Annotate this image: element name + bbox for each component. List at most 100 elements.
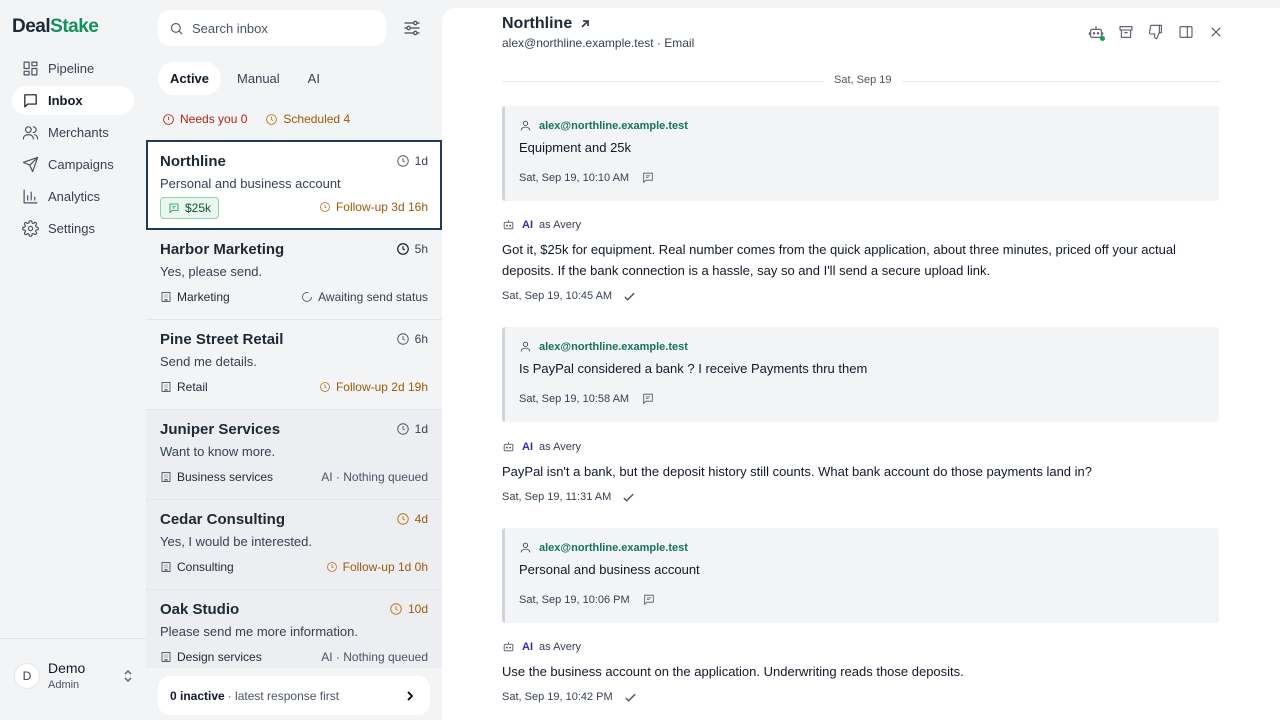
clock-icon [326,562,337,572]
inbound-message: alex@northline.example.test Is PayPal co… [502,327,1219,422]
nav-item-analytics[interactable]: Analytics [12,182,134,211]
time-label: Sat, Sep 19, 10:06 PM [519,593,630,606]
check-icon [623,493,634,502]
clock-icon [266,113,278,125]
search-box[interactable] [158,10,386,46]
conversation-panel: Northline alex@northline.example.test · … [442,8,1280,720]
ai-agent-button[interactable] [1086,22,1106,42]
conversation-item[interactable]: Oak Studio 10d Please send me more infor… [146,590,442,668]
robot-icon [503,220,514,230]
conversation-name: Pine Street Retail [160,331,284,348]
not-interested-button[interactable] [1146,22,1166,42]
persona-label: as Avery [539,640,581,653]
message-time: Sat, Sep 19, 10:42 PM [502,691,1222,703]
conversation-status: Follow-up 3d 16h [319,200,428,214]
message-time: Sat, Sep 19, 10:45 AM [502,290,1222,302]
message-body: Equipment and 25k [519,140,632,155]
sender-email: alex@northline.example.test [539,119,688,132]
tab-ai[interactable]: AI [296,62,332,95]
clock-icon [396,423,409,435]
ai-label: AI [522,218,533,231]
inactive-note: · latest response first [227,688,340,703]
loading-icon [302,292,313,302]
main-nav: Pipeline Inbox Merchants Campaigns Analy… [12,54,134,246]
building-icon [161,472,171,482]
clock-icon [320,202,330,212]
conversation-preview: Want to know more. [160,444,276,459]
persona-label: as Avery [539,440,581,453]
email-channel-icon [643,393,653,405]
message-body: PayPal isn't a bank, but the deposit his… [502,464,1092,479]
scheduled-label: Scheduled 4 [283,112,351,126]
chevron-up-down-icon [124,669,132,682]
nav-item-campaigns[interactable]: Campaigns [12,150,134,179]
external-link-icon [581,20,590,28]
outbound-message: AI as Avery Got it, $25k for equipment. … [502,218,1222,303]
conversation-item[interactable]: Harbor Marketing 5h Yes, please send. Ma… [146,230,442,320]
nav-item-pipeline[interactable]: Pipeline [12,54,134,83]
conversation-list: Northline 1d Personal and business accou… [146,140,442,668]
archive-button[interactable] [1116,22,1136,42]
nav-label: Campaigns [48,157,114,172]
tab-manual[interactable]: Manual [225,62,292,95]
user-name: Demo [48,660,86,676]
ai-label: AI [522,640,533,653]
conversation-status: Follow-up 2d 19h [319,380,428,394]
user-icon [520,542,531,553]
filter-icon[interactable] [402,18,422,38]
date-separator: Sat, Sep 19 [502,74,1220,88]
message-icon [24,94,37,108]
industry-tag: Retail [160,380,208,394]
close-button[interactable] [1206,22,1226,42]
clock-icon [396,513,409,525]
inbox-list-column: Active Manual AI Needs you 0 Scheduled 4… [146,0,442,720]
chevron-right-icon [407,690,414,701]
industry-tag: Business services [160,470,273,484]
conversation-preview: Personal and business account [160,176,341,191]
conversation-item[interactable]: Juniper Services 1d Want to know more. B… [146,410,442,500]
toggle-details-button[interactable] [1176,22,1196,42]
age-label: 1d [414,154,428,168]
time-label: Sat, Sep 19, 10:42 PM [502,691,613,703]
conversation-item[interactable]: Pine Street Retail 6h Send me details. R… [146,320,442,410]
status-label: Awaiting send status [318,290,428,304]
clock-icon [396,333,409,345]
conversation-item[interactable]: Northline 1d Personal and business accou… [146,140,442,230]
message-dollar-icon [169,203,179,214]
industry-label: Marketing [177,290,230,304]
alert-circle-icon [163,113,174,125]
user-icon [520,341,531,352]
close-icon [1211,27,1221,37]
conversation-status: Awaiting send status [301,290,428,304]
industry-label: Retail [177,380,208,394]
conversation-preview: Yes, please send. [160,264,263,279]
needs-you-filter[interactable]: Needs you 0 [162,112,247,126]
nav-item-merchants[interactable]: Merchants [12,118,134,147]
nav-item-settings[interactable]: Settings [12,214,134,243]
inactive-conversations-link[interactable]: 0 inactive · latest response first [158,676,430,715]
time-label: Sat, Sep 19, 10:10 AM [519,171,630,184]
nav-item-inbox[interactable]: Inbox [12,86,134,115]
conversation-item[interactable]: Cedar Consulting 4d Yes, I would be inte… [146,500,442,590]
thread-title-text: Northline [502,15,573,32]
thread-title[interactable]: Northline [502,15,591,33]
clock-icon [390,603,402,615]
user-role: Admin [48,679,80,691]
search-input[interactable] [192,20,372,36]
conversation-age: 1d [396,422,428,436]
message-sender: AI as Avery [502,440,1222,453]
industry-tag: Marketing [160,290,230,304]
time-label: Sat, Sep 19, 11:31 AM [502,491,612,503]
scheduled-filter[interactable]: Scheduled 4 [265,112,350,126]
user-menu[interactable]: D Demo Admin [14,660,134,691]
email-channel-icon [643,594,654,606]
message-sender: alex@northline.example.test [519,119,688,132]
nav-label: Settings [48,221,95,236]
message-time: Sat, Sep 19, 10:06 PM [519,593,656,606]
age-label: 5h [414,242,428,256]
tab-active[interactable]: Active [158,62,222,95]
conversation-preview: Yes, I would be interested. [160,534,313,549]
email-channel-icon [643,172,653,184]
message-body: Personal and business account [519,562,700,577]
brand-logo[interactable]: DealStake [12,16,99,38]
